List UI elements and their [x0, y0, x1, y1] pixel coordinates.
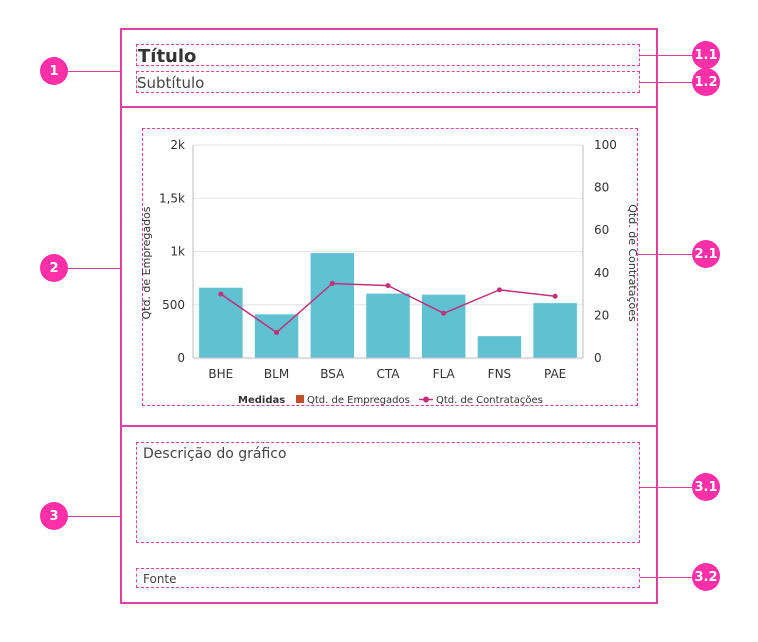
chart-source: Fonte [143, 572, 177, 586]
y-tick-label: 1,5k [159, 191, 185, 205]
section-badge-2: 2 [40, 254, 68, 282]
line-point [329, 280, 335, 286]
connector-3 [66, 516, 120, 517]
legend-label: Qtd. de Contratações [436, 395, 543, 406]
section-badge-1-1: 1.1 [692, 41, 720, 69]
y-tick-label: 0 [177, 351, 185, 365]
line-point [218, 291, 224, 297]
connector-2-1 [638, 254, 694, 255]
x-tick-label: PAE [544, 367, 566, 381]
x-tick-label: FNS [488, 367, 512, 381]
connector-1-1 [640, 55, 694, 56]
chart-description: Descrição do gráfico [143, 446, 287, 462]
y2-tick-label: 0 [594, 351, 602, 365]
bar [310, 253, 355, 358]
source-box: Fonte [136, 568, 640, 588]
section-badge-3: 3 [40, 502, 68, 530]
line-point [385, 283, 391, 289]
section-badge-2-1: 2.1 [692, 240, 720, 268]
connector-3-1 [640, 487, 694, 488]
combo-chart: Qtd. de Empregados Qtd. de Contratações 0… [140, 138, 639, 406]
y2-tick-label: 20 [594, 308, 609, 322]
legend-title: Medidas [238, 395, 285, 406]
bar [421, 294, 466, 358]
description-box: Descrição do gráfico [136, 442, 640, 543]
bar [533, 303, 577, 358]
bar [199, 287, 243, 358]
x-tick-label: CTA [377, 367, 401, 381]
connector-3-2 [640, 577, 694, 578]
legend-swatch-bar [296, 395, 304, 403]
section-badge-1-2: 1.2 [692, 68, 720, 96]
section-badge-3-1: 3.1 [692, 473, 720, 501]
y2-tick-label: 40 [594, 266, 609, 280]
y-tick-label: 2k [170, 138, 185, 152]
x-tick-label: BHE [208, 367, 233, 381]
bar [366, 293, 410, 358]
x-tick-label: FLA [433, 367, 456, 381]
y2-axis-title: Qtd. de Contratações [626, 204, 639, 322]
section-badge-3-2: 3.2 [692, 563, 720, 591]
connector-2 [66, 268, 120, 269]
y2-tick-label: 80 [594, 181, 609, 195]
bar [477, 336, 522, 358]
connector-1-2 [640, 82, 694, 83]
y-tick-label: 1k [170, 245, 185, 259]
legend-swatch-point [423, 396, 429, 403]
legend-label: Qtd. de Empregados [307, 395, 410, 406]
line-point [496, 287, 502, 293]
x-tick-label: BSA [320, 367, 345, 381]
line-point [552, 293, 558, 299]
y-axis-title: Qtd. de Empregados [140, 206, 153, 319]
connector-1 [66, 71, 120, 72]
line-point [441, 310, 447, 316]
bar [254, 314, 299, 358]
x-tick-label: BLM [264, 367, 289, 381]
line-point [274, 329, 280, 335]
y2-tick-label: 100 [594, 138, 617, 152]
section-badge-1: 1 [40, 57, 68, 85]
y-tick-label: 500 [162, 298, 185, 312]
y2-tick-label: 60 [594, 223, 609, 237]
